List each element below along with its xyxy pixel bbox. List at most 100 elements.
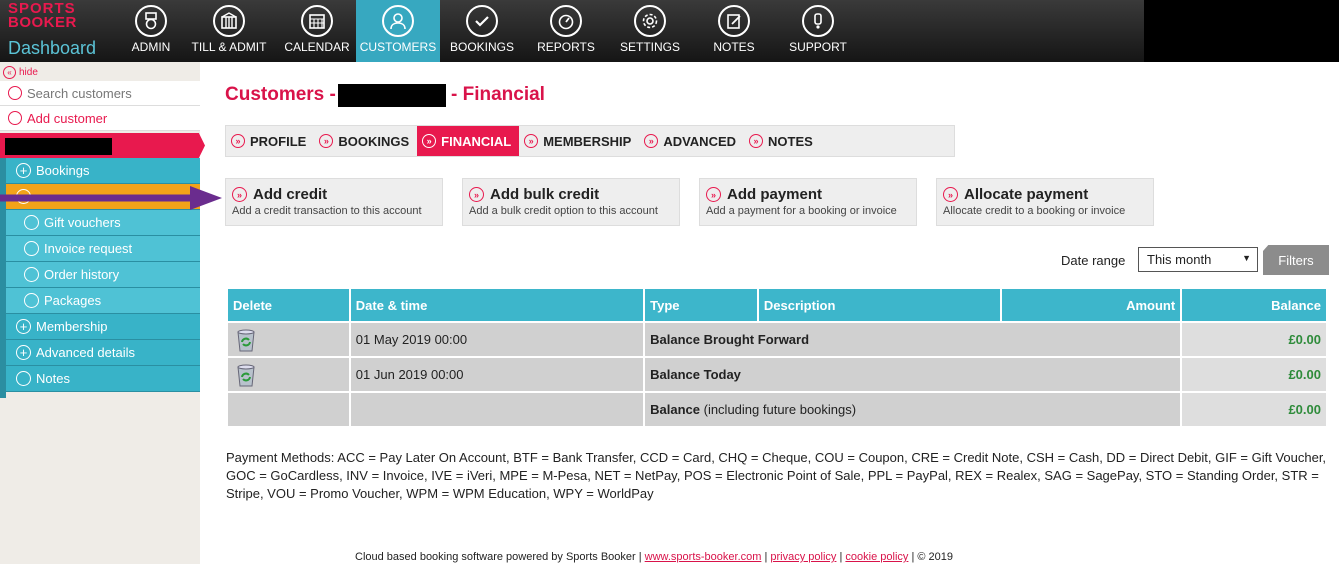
double-chevron-right-icon: » <box>706 187 721 202</box>
user-icon <box>382 5 414 37</box>
circle-icon <box>24 293 39 308</box>
sidebar-item-label: Membership <box>36 319 108 334</box>
double-chevron-right-icon: » <box>319 134 334 148</box>
nav-label: SETTINGS <box>619 40 680 54</box>
search-customers-link[interactable]: Search customers <box>0 81 200 106</box>
recycle-bin-icon[interactable] <box>233 362 259 388</box>
sidebar-item-label: Bookings <box>36 163 90 178</box>
double-chevron-right-icon: » <box>749 134 764 148</box>
edit-note-icon <box>718 5 750 37</box>
sidebar-item-membership[interactable]: + Membership <box>0 314 200 340</box>
page-title: Customers - <box>225 84 336 105</box>
action-title: Allocate payment <box>964 186 1089 203</box>
tab-notes[interactable]: » NOTES <box>744 126 821 156</box>
column-header[interactable]: Amount <box>999 287 1183 323</box>
circle-icon <box>24 215 39 230</box>
circle-icon <box>24 267 39 282</box>
hide-label: hide <box>19 67 38 78</box>
type-cell: Balance (including future bookings) <box>643 391 1183 428</box>
add-credit-button[interactable]: » Add credit Add a credit transaction to … <box>225 178 443 226</box>
table-row: Balance (including future bookings) £0.0… <box>226 391 1328 428</box>
main-nav: ADMIN TILL & ADMIT CALENDAR CUSTOMERS BO… <box>122 0 860 62</box>
action-title: Add payment <box>727 186 823 203</box>
column-header[interactable]: Balance <box>1180 287 1328 323</box>
date-range-select[interactable]: This month ▼ <box>1138 247 1258 272</box>
cookie-policy-link[interactable]: cookie policy <box>845 551 908 563</box>
tab-label: PROFILE <box>250 133 307 149</box>
plus-circle-icon: + <box>16 319 31 334</box>
page-title-suffix: - Financial <box>451 84 545 105</box>
nav-notes[interactable]: NOTES <box>692 0 776 62</box>
add-payment-button[interactable]: » Add payment Add a payment for a booking… <box>699 178 917 226</box>
filters-button[interactable]: Filters <box>1263 245 1329 275</box>
column-header[interactable]: Date & time <box>348 287 646 323</box>
action-description: Add a bulk credit option to this account <box>469 205 658 217</box>
action-title: Add credit <box>253 186 328 203</box>
nav-till-admit[interactable]: TILL & ADMIT <box>180 0 278 62</box>
sidebar-item-packages[interactable]: Packages <box>0 288 200 314</box>
type-cell: Balance Today <box>643 356 1183 393</box>
recycle-bin-icon[interactable] <box>233 327 259 353</box>
balance-cell: £0.00 <box>1180 356 1328 393</box>
nav-customers[interactable]: CUSTOMERS <box>356 0 440 62</box>
table-row: 01 May 2019 00:00 Balance Brought Forwar… <box>226 321 1328 358</box>
nav-label: BOOKINGS <box>449 40 514 54</box>
sidebar-item-gift-vouchers[interactable]: Gift vouchers <box>0 210 200 236</box>
gear-icon <box>634 5 666 37</box>
column-header[interactable]: Delete <box>226 287 351 323</box>
tab-profile[interactable]: » PROFILE <box>226 126 314 156</box>
nav-reports[interactable]: REPORTS <box>524 0 608 62</box>
nav-support[interactable]: SUPPORT <box>776 0 860 62</box>
double-chevron-down-icon: » <box>422 134 437 148</box>
add-customer-link[interactable]: Add customer <box>0 106 200 131</box>
footer: Cloud based booking software powered by … <box>355 551 954 563</box>
tab-membership[interactable]: » MEMBERSHIP <box>519 126 639 156</box>
payment-methods-legend: Payment Methods: ACC = Pay Later On Acco… <box>226 450 1327 501</box>
sidebar-item-notes[interactable]: Notes <box>0 366 200 392</box>
allocate-payment-button[interactable]: » Allocate payment Allocate credit to a b… <box>936 178 1154 226</box>
nav-label: CALENDAR <box>284 40 350 54</box>
redacted-customer-name <box>5 138 112 155</box>
nav-label: ADMIN <box>131 40 171 54</box>
tab-label: NOTES <box>768 133 813 149</box>
sidebar-item-label: Order history <box>44 267 120 282</box>
website-link[interactable]: www.sports-booker.com <box>645 551 762 563</box>
column-header[interactable]: Description <box>756 287 1002 323</box>
sidebar-item-label: Notes <box>36 371 70 386</box>
sidebar-item-order-history[interactable]: Order history <box>0 262 200 288</box>
tab-advanced[interactable]: » ADVANCED <box>639 126 744 156</box>
delete-cell <box>226 356 351 393</box>
check-icon <box>466 5 498 37</box>
nav-settings[interactable]: SETTINGS <box>608 0 692 62</box>
sidebar-item-invoice-request[interactable]: Invoice request <box>0 236 200 262</box>
date-range-label: Date range <box>1061 253 1126 268</box>
customer-tabs: » PROFILE » BOOKINGS » FINANCIAL » MEMBERSHI… <box>225 125 955 157</box>
sports-booker-logo[interactable]: SPORTS BOOKER Dashboard <box>8 1 120 60</box>
sidebar-item-label: Invoice request <box>44 241 133 256</box>
balance-label: Balance <box>650 402 700 417</box>
nav-label: SUPPORT <box>789 40 847 54</box>
nav-bookings[interactable]: BOOKINGS <box>440 0 524 62</box>
dashboard-label: Dashboard <box>8 38 97 58</box>
nav-admin[interactable]: ADMIN <box>122 0 180 62</box>
sidebar-item-label: Packages <box>44 293 102 308</box>
double-chevron-right-icon: » <box>469 187 484 202</box>
sidebar-item-advanced-details[interactable]: + Advanced details <box>0 340 200 366</box>
column-header[interactable]: Type <box>643 287 759 323</box>
exclamation-icon <box>802 5 834 37</box>
sidebar-item-label: Advanced details <box>36 345 136 360</box>
double-chevron-right-icon: » <box>232 187 247 202</box>
tab-label: FINANCIAL <box>441 133 512 149</box>
hide-sidebar-link[interactable]: « hide <box>3 66 38 79</box>
sidebar-item-bookings[interactable]: + Bookings <box>0 158 200 184</box>
empty-cell <box>226 391 351 428</box>
nav-calendar[interactable]: CALENDAR <box>278 0 356 62</box>
table-row: 01 Jun 2019 00:00 Balance Today £0.00 <box>226 356 1328 393</box>
redacted-customer-title <box>338 84 446 107</box>
tab-bookings[interactable]: » BOOKINGS <box>314 126 417 156</box>
nav-label: NOTES <box>713 40 755 54</box>
nav-label: TILL & ADMIT <box>191 40 267 54</box>
privacy-policy-link[interactable]: privacy policy <box>770 551 836 563</box>
add-bulk-credit-button[interactable]: » Add bulk credit Add a bulk credit optio… <box>462 178 680 226</box>
tab-financial[interactable]: » FINANCIAL <box>417 126 520 156</box>
